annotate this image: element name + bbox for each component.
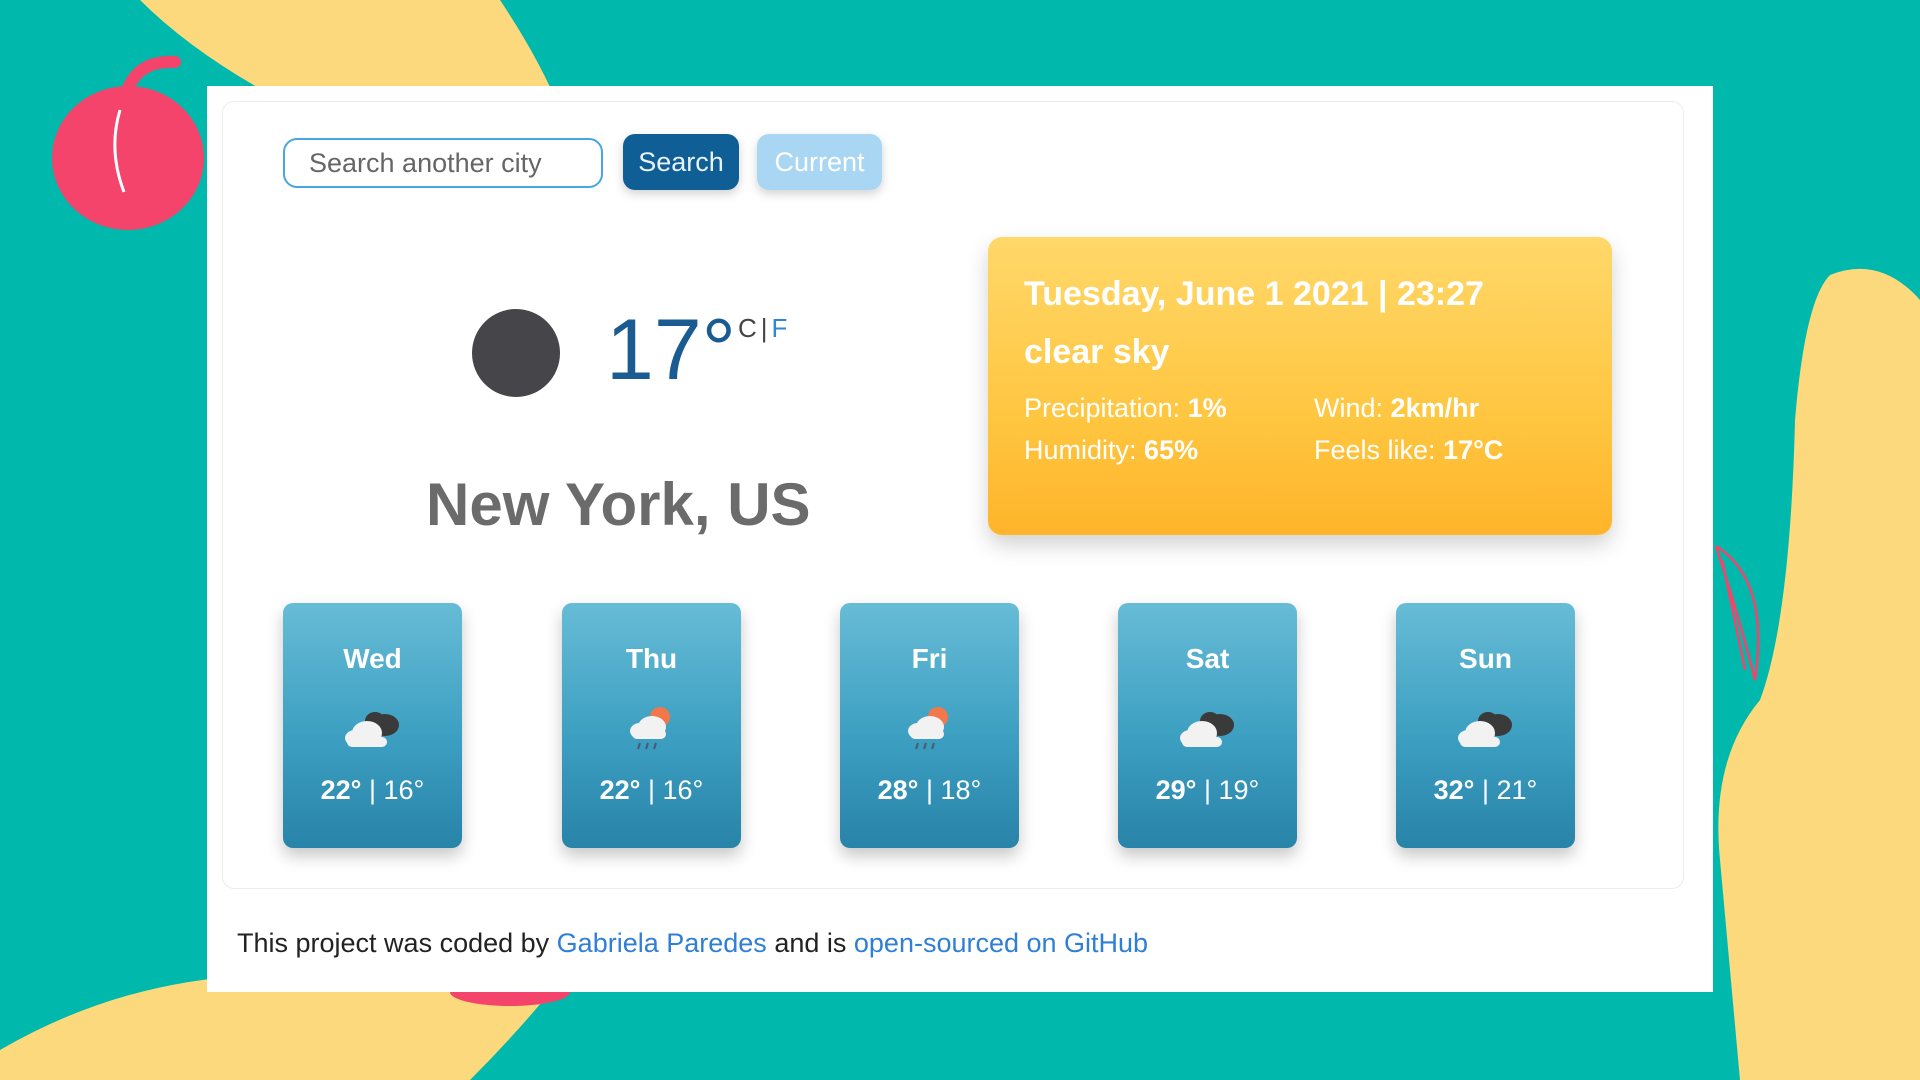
- leaf-outline-decoration: [1714, 544, 1760, 681]
- celsius-link[interactable]: C: [738, 313, 757, 343]
- forecast-temps: 28° | 18°: [840, 775, 1019, 806]
- forecast-high: 29°: [1155, 775, 1197, 805]
- humidity-value: 65%: [1144, 435, 1199, 465]
- forecast-day: Sun: [1459, 643, 1512, 674]
- city-name: New York, US: [426, 471, 811, 538]
- forecast-day: Wed: [343, 643, 402, 674]
- cloudy-icon: [345, 712, 399, 747]
- forecast-high: 28°: [877, 775, 919, 805]
- forecast-separator: |: [925, 775, 933, 805]
- main-card: [207, 86, 1713, 992]
- search-input[interactable]: [283, 138, 603, 188]
- apple-icon: [52, 55, 204, 230]
- forecast-low: 21°: [1496, 775, 1538, 805]
- footer: This project was coded by Gabriela Pared…: [237, 928, 1148, 959]
- forecast-day: Thu: [625, 643, 678, 674]
- forecast-high: 22°: [320, 775, 362, 805]
- forecast-temps: 22° | 16°: [283, 775, 462, 806]
- humidity-label: Humidity:: [1024, 435, 1137, 465]
- forecast-low: 19°: [1218, 775, 1260, 805]
- current-location-button[interactable]: Current: [757, 134, 882, 190]
- current-temperature: 17°: [606, 302, 737, 398]
- feels-like-label: Feels like:: [1314, 435, 1436, 465]
- weather-description: clear sky: [1024, 333, 1170, 371]
- footer-middle: and is: [774, 928, 847, 958]
- forecast-temps: 32° | 21°: [1396, 775, 1575, 806]
- precipitation-value: 1%: [1187, 393, 1227, 423]
- wind-value: 2km/hr: [1390, 393, 1480, 423]
- forecast-card-sat: Sat 29° | 19°: [1118, 603, 1297, 848]
- forecast-temps: 22° | 16°: [562, 775, 741, 806]
- rain-sun-icon: [630, 707, 670, 750]
- footer-prefix: This project was coded by: [237, 928, 550, 958]
- forecast-card-sun: Sun 32° | 21°: [1396, 603, 1575, 848]
- forecast-low: 18°: [940, 775, 982, 805]
- github-link[interactable]: open-sourced on GitHub: [854, 928, 1148, 958]
- precipitation: Precipitation: 1%: [1024, 393, 1227, 424]
- date-time: Tuesday, June 1 2021 | 23:27: [1024, 275, 1484, 313]
- humidity: Humidity: 65%: [1024, 435, 1198, 466]
- forecast-separator: |: [647, 775, 655, 805]
- forecast-separator: |: [368, 775, 376, 805]
- unit-separator: |: [760, 313, 768, 343]
- fahrenheit-link[interactable]: F: [772, 313, 788, 343]
- feels-like-value: 17°C: [1443, 435, 1504, 465]
- forecast-high: 22°: [599, 775, 641, 805]
- forecast-high: 32°: [1433, 775, 1475, 805]
- wind-label: Wind:: [1314, 393, 1384, 423]
- search-button[interactable]: Search: [623, 134, 739, 190]
- forecast-card-wed: Wed 22° | 16°: [283, 603, 462, 848]
- forecast-low: 16°: [383, 775, 425, 805]
- forecast-separator: |: [1203, 775, 1211, 805]
- forecast-card-fri: Fri 28° | 18°: [840, 603, 1019, 848]
- rain-sun-icon: [908, 707, 948, 750]
- precipitation-label: Precipitation:: [1024, 393, 1181, 423]
- yellow-blob-right: [1718, 268, 1920, 1080]
- forecast-temps: 29° | 19°: [1118, 775, 1297, 806]
- current-weather-icon: [472, 309, 560, 397]
- cloudy-icon: [1180, 712, 1234, 747]
- forecast-day: Sat: [1185, 643, 1230, 674]
- forecast-card-thu: Thu 22° | 16°: [562, 603, 741, 848]
- feels-like: Feels like: 17°C: [1314, 435, 1503, 466]
- forecast-day: Fri: [911, 643, 948, 674]
- cloudy-icon: [1458, 712, 1512, 747]
- author-link[interactable]: Gabriela Paredes: [557, 928, 767, 958]
- unit-toggle: C | F: [738, 313, 787, 344]
- forecast-low: 16°: [662, 775, 704, 805]
- wind: Wind: 2km/hr: [1314, 393, 1479, 424]
- weather-details-box: Tuesday, June 1 2021 | 23:27 clear sky P…: [988, 237, 1612, 535]
- forecast-separator: |: [1481, 775, 1489, 805]
